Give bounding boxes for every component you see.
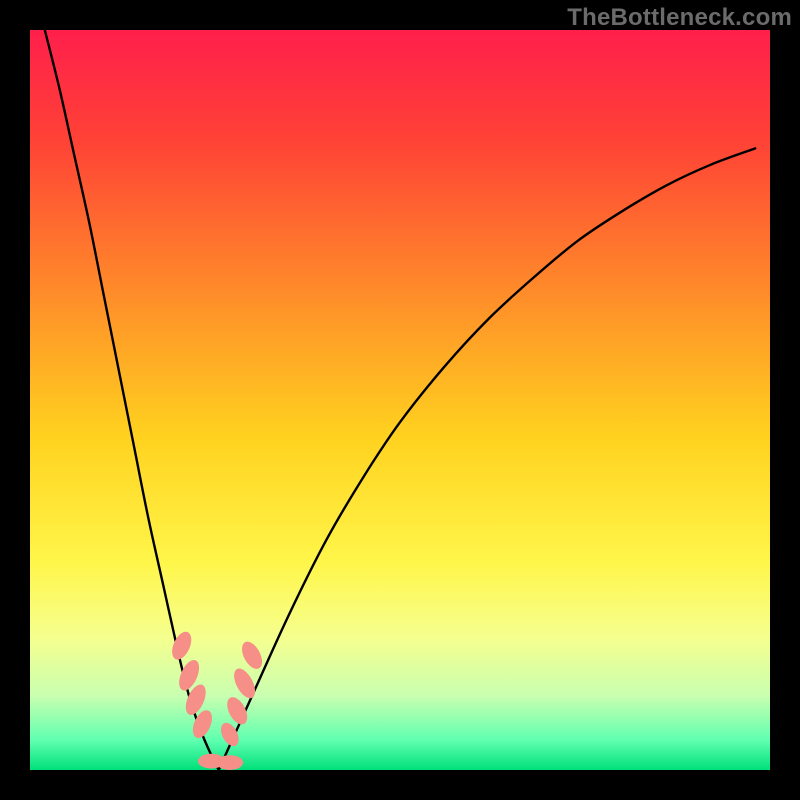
- chart-background: [30, 30, 770, 770]
- chart-svg: [30, 30, 770, 770]
- watermark-text: TheBottleneck.com: [567, 4, 792, 32]
- marker-bottom-dot-2: [216, 755, 243, 770]
- plot-area: [30, 30, 770, 770]
- chart-frame: TheBottleneck.com: [0, 0, 800, 800]
